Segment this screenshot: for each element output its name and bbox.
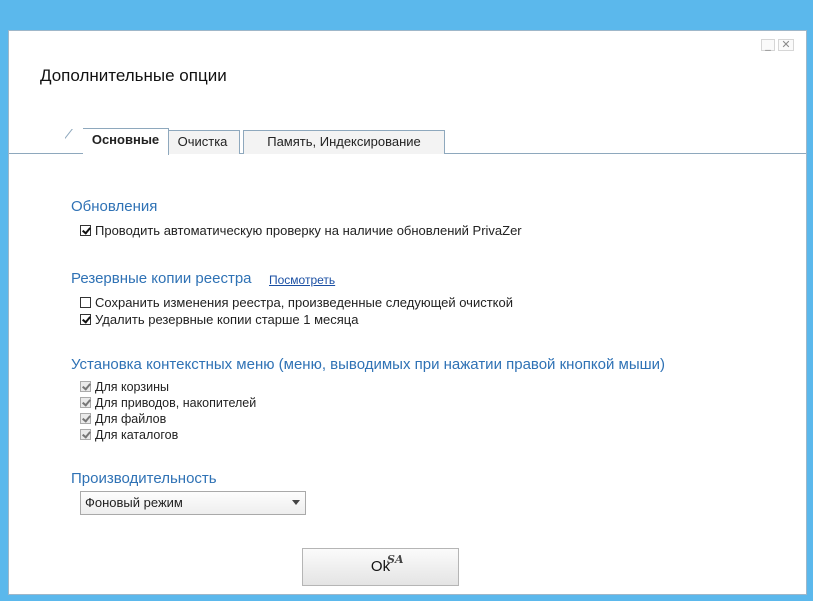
context-drives-checkbox[interactable] (80, 397, 91, 408)
auto-update-label: Проводить автоматическую проверку на нал… (95, 222, 522, 238)
context-files-label: Для файлов (95, 411, 167, 426)
delete-old-backups-checkbox[interactable] (80, 313, 91, 325)
window-controls: _ ✕ (761, 38, 794, 52)
tab-cleanup-label: Очистка (177, 134, 228, 149)
tab-memory-indexing-label: Память, Индексирование (267, 134, 421, 149)
auto-update-check-row[interactable]: Проводить автоматическую проверку на нал… (80, 222, 522, 238)
view-backups-link[interactable]: Посмотреть (269, 273, 335, 287)
chevron-down-icon (292, 500, 300, 505)
context-drives-label: Для приводов, накопителей (95, 395, 257, 410)
delete-old-backups-row[interactable]: Удалить резервные копии старше 1 месяца (80, 311, 358, 327)
performance-title: Производительность (71, 470, 217, 487)
save-registry-changes-row[interactable]: Сохранить изменения реестра, произведенн… (80, 294, 513, 310)
context-recycle-bin-checkbox[interactable] (80, 381, 91, 392)
context-recycle-bin-label: Для корзины (95, 379, 169, 394)
registry-backups-title: Резервные копии реестра (71, 270, 252, 287)
context-drives-row[interactable]: Для приводов, накопителей (80, 395, 256, 410)
tab-general[interactable]: Основные (83, 128, 169, 155)
save-registry-changes-label: Сохранить изменения реестра, произведенн… (95, 294, 513, 310)
author-signature: SA (387, 553, 404, 566)
minimize-button[interactable]: _ (761, 39, 775, 51)
ok-button[interactable]: Ok (302, 548, 459, 586)
options-dialog: _ ✕ Дополнительные опции Основные Очистк… (8, 30, 807, 595)
dialog-title: Дополнительные опции (40, 66, 227, 85)
context-folders-label: Для каталогов (95, 427, 179, 442)
tab-general-label: Основные (91, 132, 160, 147)
context-recycle-bin-row[interactable]: Для корзины (80, 379, 169, 394)
save-registry-changes-checkbox[interactable] (80, 296, 91, 308)
context-files-checkbox[interactable] (80, 413, 91, 424)
tab-memory-indexing[interactable]: Память, Индексирование (243, 130, 445, 154)
close-button[interactable]: ✕ (778, 39, 794, 51)
tab-cleanup[interactable]: Очистка (165, 130, 240, 154)
context-folders-checkbox[interactable] (80, 429, 91, 440)
delete-old-backups-label: Удалить резервные копии старше 1 месяца (95, 311, 359, 327)
context-files-row[interactable]: Для файлов (80, 411, 166, 426)
tab-slant (65, 129, 85, 155)
context-menu-title: Установка контекстных меню (меню, выводи… (71, 356, 666, 373)
performance-mode-select[interactable]: Фоновый режим (80, 491, 306, 515)
performance-mode-value: Фоновый режим (85, 495, 183, 510)
context-folders-row[interactable]: Для каталогов (80, 427, 178, 442)
updates-title: Обновления (71, 198, 158, 215)
auto-update-checkbox[interactable] (80, 224, 91, 236)
